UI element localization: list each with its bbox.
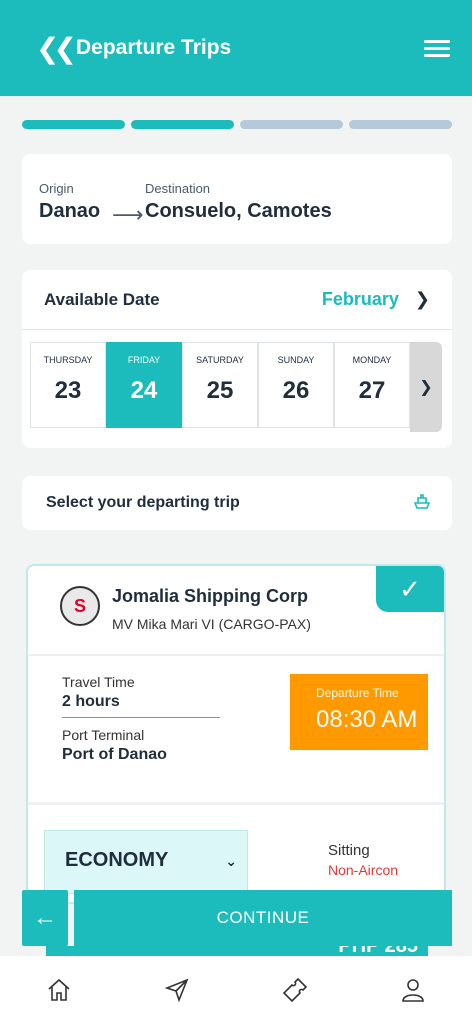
available-date-card: Available Date February ❯ THURSDAY 23 FR… [22, 270, 452, 448]
home-icon[interactable] [39, 970, 79, 1010]
select-trip-card: Select your departing trip [22, 476, 452, 530]
day-option[interactable]: SUNDAY 26 [258, 342, 334, 428]
step-progress [22, 120, 452, 129]
day-number: 23 [54, 377, 82, 404]
port-value: Port of Danao [62, 746, 167, 763]
destination-label: Destination [145, 181, 211, 196]
back-button[interactable]: ← [22, 890, 68, 946]
day-option[interactable]: THURSDAY 23 [30, 342, 106, 428]
day-number: 24 [130, 377, 158, 404]
chevron-right-icon[interactable]: ❯ [415, 289, 430, 310]
day-number: 25 [206, 377, 234, 404]
destination-value: Consuelo, Camotes [145, 200, 332, 222]
progress-step [131, 120, 234, 129]
day-name: THURSDAY [43, 355, 93, 365]
route-card: Origin Danao ⟶ Destination Consuelo, Cam… [22, 154, 452, 244]
available-date-title: Available Date [44, 289, 160, 309]
day-option[interactable]: MONDAY 27 [334, 342, 410, 428]
departure-time-value: 08:30 AM [316, 706, 418, 733]
origin-value: Danao [39, 200, 101, 222]
day-name: FRIDAY [127, 355, 161, 365]
departure-time-label: Departure Time [316, 686, 399, 700]
divider [28, 654, 444, 656]
chevron-right-icon: ❯ [419, 379, 433, 396]
send-icon[interactable] [157, 970, 197, 1010]
day-number: 26 [282, 377, 310, 404]
vessel-name: MV Mika Mari VI (CARGO-PAX) [112, 616, 311, 632]
continue-button[interactable]: CONTINUE [74, 890, 452, 946]
bottom-actions: ← CONTINUE [22, 890, 452, 946]
travel-time-label: Travel Time [62, 674, 135, 690]
class-value: ECONOMY [65, 849, 169, 871]
trip-card[interactable]: ✓ S Jomalia Shipping Corp MV Mika Mari V… [26, 564, 446, 904]
progress-step [349, 120, 452, 129]
divider [28, 802, 444, 805]
double-chevron-left-icon[interactable]: ❮❮ [36, 32, 77, 65]
seat-type: Sitting [328, 842, 370, 859]
day-name: MONDAY [352, 355, 392, 365]
bottom-tab-bar [0, 956, 472, 1024]
port-label: Port Terminal [62, 727, 145, 743]
company-name: Jomalia Shipping Corp [112, 586, 309, 606]
progress-step [22, 120, 125, 129]
profile-icon[interactable] [393, 970, 433, 1010]
destination-block: Destination Consuelo, Camotes [145, 181, 332, 223]
class-dropdown[interactable]: ECONOMY ⌄ [44, 830, 248, 894]
price-partial: PHP 285 [46, 946, 428, 956]
day-strip: THURSDAY 23 FRIDAY 24 SATURDAY 25 SUNDAY… [30, 342, 442, 432]
hamburger-icon[interactable] [424, 39, 450, 57]
day-number: 27 [358, 377, 386, 404]
day-name: SUNDAY [277, 355, 315, 365]
day-option[interactable]: SATURDAY 25 [182, 342, 258, 428]
ticket-icon[interactable] [275, 970, 315, 1010]
ship-icon [412, 491, 452, 516]
divider [62, 717, 220, 718]
company-logo: S [60, 586, 100, 626]
day-name: SATURDAY [196, 355, 244, 365]
checkmark-icon: ✓ [376, 566, 444, 612]
arrow-left-icon: ← [33, 904, 57, 931]
select-trip-label: Select your departing trip [46, 494, 240, 511]
day-option-selected[interactable]: FRIDAY 24 [106, 342, 182, 428]
departure-time-box: Departure Time 08:30 AM [290, 674, 428, 750]
origin-block: Origin Danao [39, 181, 100, 223]
aircon-type: Non-Aircon [328, 862, 399, 878]
progress-step [240, 120, 343, 129]
page-title: Departure Trips [76, 36, 232, 59]
app-header: ❮❮ Departure Trips [0, 0, 472, 96]
arrow-right-icon: ⟶ [112, 202, 144, 227]
next-days-button[interactable]: ❯ [410, 342, 442, 432]
origin-label: Origin [39, 181, 74, 196]
chevron-down-icon: ⌄ [225, 853, 237, 869]
travel-time-value: 2 hours [62, 693, 120, 710]
month-selector[interactable]: February [322, 289, 399, 310]
